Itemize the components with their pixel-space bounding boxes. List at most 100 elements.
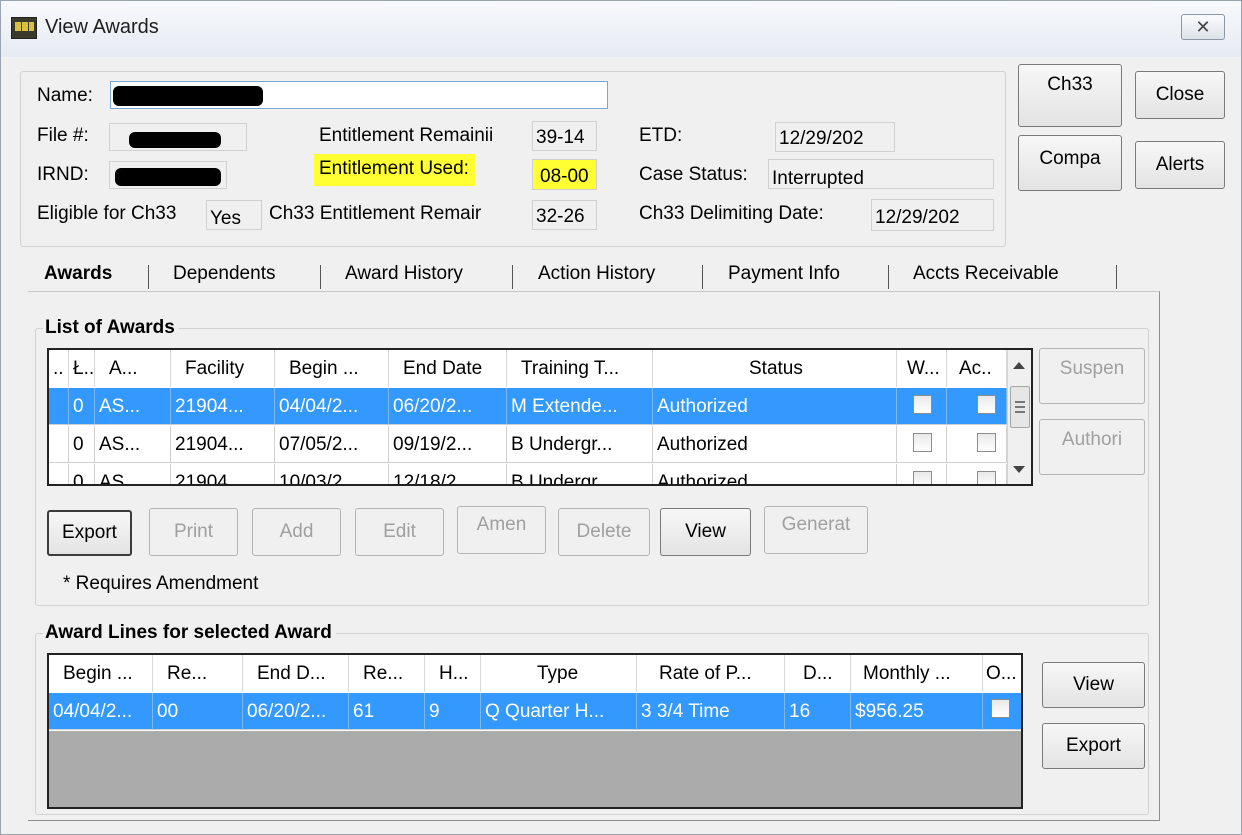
col-header-d[interactable]: D... (785, 655, 851, 692)
view-award-button[interactable]: View (660, 508, 751, 556)
compa-button[interactable]: Compa (1018, 135, 1122, 191)
award-cell (49, 426, 69, 463)
alerts-button[interactable]: Alerts (1135, 141, 1225, 189)
entitlement-remaining-field: 39-14 (532, 121, 597, 151)
tab-award-history[interactable]: Award History (345, 263, 463, 285)
col-header-end-date[interactable]: End D... (243, 655, 349, 692)
award-cell: 12/18/2 (389, 464, 507, 484)
case-status-field: Interrupted (768, 159, 994, 189)
award-line-row[interactable]: 04/04/2... 00 06/20/2... 61 9 Q Quarter … (49, 693, 1021, 730)
scroll-up-icon[interactable] (1013, 362, 1025, 369)
name-label: Name: (37, 85, 93, 106)
award-line-cell: 16 (785, 693, 851, 730)
window-title: View Awards (45, 16, 159, 38)
award-row[interactable]: 0 AS... 21904... 07/05/2... 09/19/2... B… (49, 426, 1007, 463)
award-cell: AS... (95, 426, 171, 463)
col-header-status[interactable]: Status (653, 350, 897, 387)
award-cell: 21904... (171, 388, 275, 425)
ch33-button[interactable]: Ch33 (1018, 64, 1122, 127)
award-line-cell: 3 3/4 Time (637, 693, 785, 730)
col-header[interactable]: A... (95, 350, 171, 387)
col-header[interactable]: Ł.. (69, 350, 95, 387)
scroll-down-icon[interactable] (1013, 466, 1025, 473)
irnd-label: IRND: (37, 164, 89, 185)
w-checkbox[interactable] (913, 395, 932, 414)
requires-amendment-note: * Requires Amendment (63, 573, 259, 594)
col-header-rate[interactable]: Rate of P... (637, 655, 785, 692)
col-header-end-date[interactable]: End Date (389, 350, 507, 387)
award-cell: 06/20/2... (389, 388, 507, 425)
award-cell: Authorized (653, 426, 897, 463)
title-bar: View Awards ✕ (1, 1, 1241, 57)
col-header[interactable]: .. (49, 350, 69, 387)
delete-button[interactable]: Delete (558, 508, 650, 556)
awards-scrollbar[interactable] (1007, 350, 1031, 484)
close-button[interactable]: Close (1135, 71, 1225, 119)
award-cell (49, 388, 69, 425)
award-cell: AS... (95, 388, 171, 425)
col-header-h[interactable]: H... (425, 655, 481, 692)
award-line-cell: 04/04/2... (49, 693, 153, 730)
award-cell: B Undergr... (507, 426, 653, 463)
o-checkbox[interactable] (991, 699, 1010, 718)
empty-grid-area (49, 731, 1021, 807)
award-cell: 0 (69, 426, 95, 463)
tab-payment-info[interactable]: Payment Info (728, 263, 840, 285)
amend-button[interactable]: Amen (457, 506, 546, 554)
w-checkbox[interactable] (913, 433, 932, 452)
col-header-re[interactable]: Re... (153, 655, 243, 692)
add-button[interactable]: Add (252, 508, 341, 556)
export-lines-button[interactable]: Export (1042, 723, 1145, 769)
authorize-button[interactable]: Authori (1039, 419, 1145, 475)
award-cell: Authorized (653, 464, 897, 484)
award-cell: 0 (69, 388, 95, 425)
view-line-button[interactable]: View (1042, 662, 1145, 708)
w-checkbox[interactable] (913, 471, 932, 484)
col-header-begin[interactable]: Begin ... (49, 655, 153, 692)
ac-checkbox[interactable] (977, 433, 996, 452)
award-line-cell: 00 (153, 693, 243, 730)
award-cell: 21904... (171, 426, 275, 463)
col-header-monthly[interactable]: Monthly ... (851, 655, 983, 692)
col-header-training-type[interactable]: Training T... (507, 350, 653, 387)
award-line-cell: Q Quarter H... (481, 693, 637, 730)
col-header-ac[interactable]: Ac.. (947, 350, 1007, 387)
col-header-facility[interactable]: Facility (171, 350, 275, 387)
tab-awards[interactable]: Awards (44, 263, 112, 285)
etd-field: 12/29/202 (775, 122, 895, 152)
case-status-label: Case Status: (639, 164, 748, 185)
print-button[interactable]: Print (149, 508, 238, 556)
tab-accts-receivable[interactable]: Accts Receivable (913, 263, 1059, 285)
view-awards-window: View Awards ✕ Name: File #: IRND: Eligib… (0, 0, 1242, 835)
award-cell: 09/19/2... (389, 426, 507, 463)
generate-button[interactable]: Generat (764, 506, 868, 554)
edit-button[interactable]: Edit (355, 508, 444, 556)
award-row[interactable]: 0 AS 21904 10/03/2 12/18/2 B Undergr Aut… (49, 464, 1007, 484)
award-cell: 21904 (171, 464, 275, 484)
scroll-thumb[interactable] (1010, 386, 1030, 428)
award-lines-title: Award Lines for selected Award (43, 622, 336, 644)
award-row[interactable]: 0 AS... 21904... 04/04/2... 06/20/2... M… (49, 388, 1007, 425)
award-lines-grid: Begin ... Re... End D... Re... H... Type… (47, 653, 1023, 809)
awards-grid: .. Ł.. A... Facility Begin ... End Date … (47, 348, 1033, 486)
award-lines-header: Begin ... Re... End D... Re... H... Type… (49, 655, 1021, 692)
col-header-type[interactable]: Type (481, 655, 637, 692)
award-cell: 07/05/2... (275, 426, 389, 463)
col-header-o[interactable]: O... (983, 655, 1021, 692)
col-header-w[interactable]: W... (897, 350, 947, 387)
tab-dependents[interactable]: Dependents (173, 263, 275, 285)
award-cell: M Extende... (507, 388, 653, 425)
col-header-re2[interactable]: Re... (349, 655, 425, 692)
award-cell: Authorized (653, 388, 897, 425)
suspend-button[interactable]: Suspen (1039, 348, 1145, 404)
eligible-label: Eligible for Ch33 (37, 203, 177, 224)
ac-checkbox[interactable] (977, 471, 996, 484)
award-cell (49, 464, 69, 484)
ac-checkbox[interactable] (977, 395, 996, 414)
award-line-cell: $956.25 (851, 693, 983, 730)
export-button[interactable]: Export (47, 510, 132, 556)
col-header-begin[interactable]: Begin ... (275, 350, 389, 387)
tab-action-history[interactable]: Action History (538, 263, 655, 285)
window-close-icon[interactable]: ✕ (1181, 14, 1225, 40)
name-redaction (113, 86, 263, 106)
